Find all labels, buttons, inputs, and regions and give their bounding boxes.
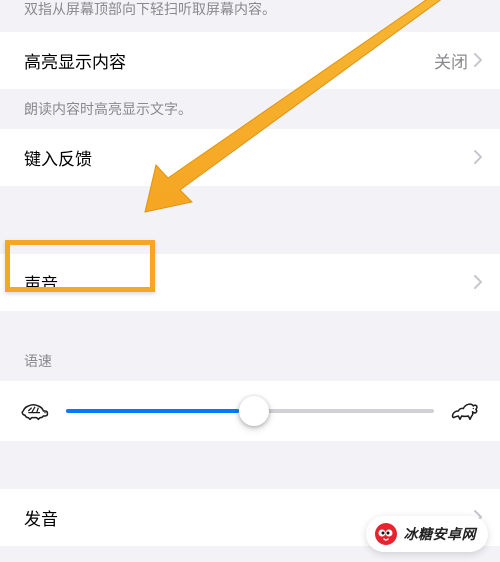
turtle-icon <box>20 399 50 423</box>
typing-feedback-label: 键入反馈 <box>24 145 474 170</box>
rabbit-icon <box>450 399 480 423</box>
chevron-right-icon <box>474 275 482 289</box>
highlight-content-value: 关闭 <box>434 48 468 73</box>
typing-feedback-row[interactable]: 键入反馈 <box>0 129 500 186</box>
speed-header: 语速 <box>0 343 500 381</box>
speed-slider-row <box>0 381 500 441</box>
watermark-text: 冰糖安卓网 <box>404 524 477 544</box>
slider-fill <box>66 409 239 413</box>
voice-row[interactable]: 声音 <box>0 254 500 311</box>
watermark-logo-icon <box>374 522 398 546</box>
highlight-content-row[interactable]: 高亮显示内容 关闭 <box>0 32 500 89</box>
slider-thumb[interactable] <box>239 396 269 426</box>
watermark-badge: 冰糖安卓网 <box>366 516 489 552</box>
highlight-content-label: 高亮显示内容 <box>24 48 434 73</box>
chevron-right-icon <box>474 150 482 164</box>
highlight-footer-text: 朗读内容时高亮显示文字。 <box>0 89 500 119</box>
speed-slider[interactable] <box>66 409 434 413</box>
chevron-right-icon <box>474 53 482 67</box>
voice-label: 声音 <box>24 270 474 295</box>
top-hint-text: 双指从屏幕顶部向下轻扫听取屏幕内容。 <box>0 0 500 32</box>
